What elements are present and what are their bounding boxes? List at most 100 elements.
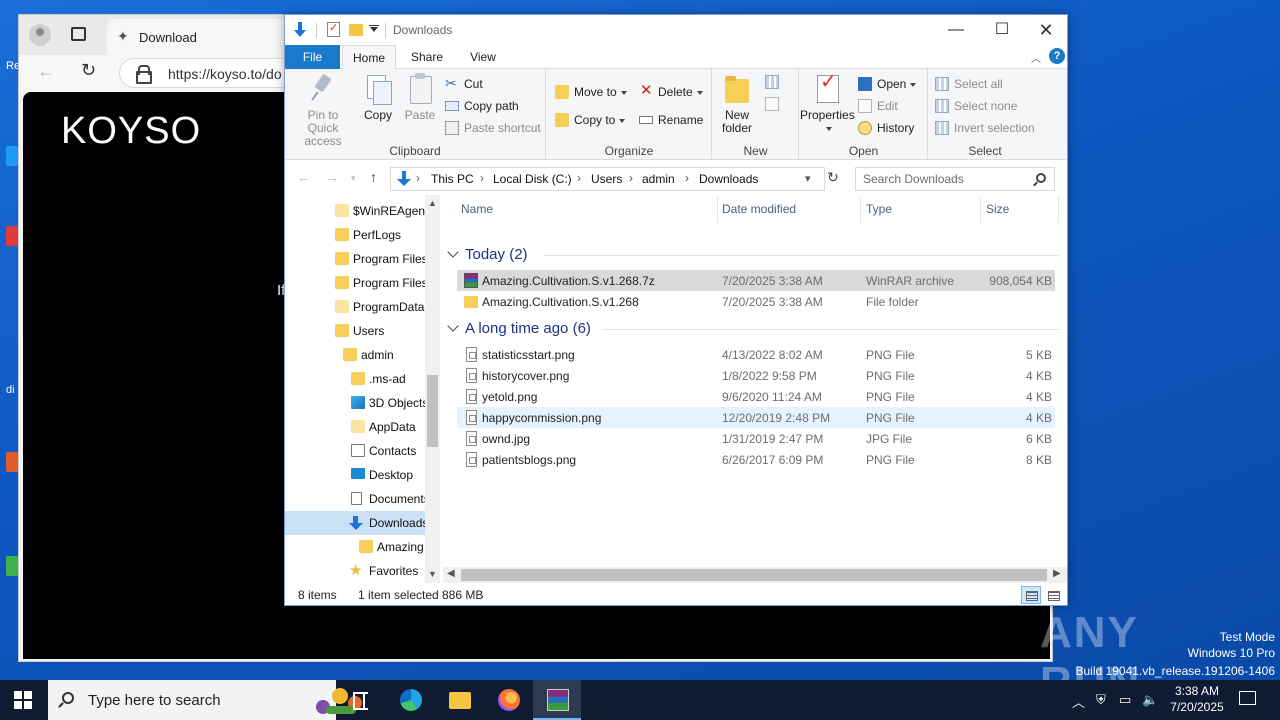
up-icon[interactable]: ↑	[370, 169, 377, 185]
edge-taskbar-button[interactable]	[386, 680, 434, 720]
select-all-button[interactable]: Select all	[935, 75, 1003, 93]
tab-view[interactable]: View	[457, 45, 509, 69]
file-row[interactable]: happycommission.png 12/20/2019 2:48 PM P…	[457, 407, 1055, 428]
breadcrumb-this-pc[interactable]: This PC	[431, 172, 474, 186]
history-button[interactable]: History	[858, 119, 914, 137]
file-row[interactable]: statisticsstart.png 4/13/2022 8:02 AM PN…	[457, 344, 1055, 365]
nav-item-winreagent[interactable]: $WinREAgent	[285, 199, 425, 223]
nav-scrollbar[interactable]: ▲ ▼	[425, 195, 440, 583]
horizontal-scrollbar[interactable]: ◀ ▶	[443, 567, 1067, 583]
chevron-right-icon[interactable]: ›	[577, 171, 581, 185]
tab-file[interactable]: File	[285, 45, 340, 69]
file-explorer-taskbar-button[interactable]	[435, 680, 483, 720]
desktop-icon[interactable]	[6, 146, 18, 166]
nav-item-ms-ad[interactable]: .ms-ad	[285, 367, 425, 391]
customize-toolbar-icon[interactable]	[370, 27, 378, 32]
nav-scroll-thumb[interactable]	[427, 375, 438, 447]
edit-button[interactable]: Edit	[858, 97, 898, 115]
column-size[interactable]: Size	[986, 202, 1009, 216]
nav-item-program-files[interactable]: Program Files	[285, 247, 425, 271]
chevron-right-icon[interactable]: ›	[416, 171, 420, 185]
breadcrumb-downloads[interactable]: Downloads	[699, 172, 758, 186]
desktop-icon[interactable]	[6, 556, 18, 576]
file-row[interactable]: patientsblogs.png 6/26/2017 6:09 PM PNG …	[457, 449, 1055, 470]
profile-icon[interactable]	[29, 24, 51, 46]
chevron-right-icon[interactable]: ›	[629, 171, 633, 185]
nav-item-favorites[interactable]: ★ Favorites	[285, 559, 425, 583]
pin-to-quick-access-button[interactable]: Pin to Quick access	[291, 73, 355, 148]
column-divider[interactable]	[1058, 197, 1059, 223]
copy-to-button[interactable]: Copy to	[555, 111, 626, 129]
easy-access-icon[interactable]	[761, 95, 787, 113]
open-button[interactable]: Open	[858, 75, 917, 93]
minimize-button[interactable]: —	[933, 15, 979, 45]
select-none-button[interactable]: Select none	[935, 97, 1017, 115]
desktop-icon[interactable]	[6, 226, 18, 246]
file-row[interactable]: ownd.jpg 1/31/2019 2:47 PM JPG File 6 KB	[457, 428, 1055, 449]
breadcrumb[interactable]: › This PC › Local Disk (C:) › Users › ad…	[390, 167, 825, 191]
firefox-taskbar-button[interactable]	[484, 680, 532, 720]
file-row[interactable]: historycover.png 1/8/2022 9:58 PM PNG Fi…	[457, 365, 1055, 386]
rename-button[interactable]: Rename	[639, 111, 703, 129]
copy-button[interactable]: Copy	[359, 73, 397, 122]
nav-item-documents[interactable]: Documents	[285, 487, 425, 511]
column-date-modified[interactable]: Date modified	[722, 202, 796, 216]
nav-item-downloads[interactable]: Downloads	[285, 511, 425, 535]
close-button[interactable]: ✕	[1023, 15, 1069, 45]
network-icon[interactable]: ▭	[1119, 692, 1131, 708]
group-header-long-ago[interactable]: A long time ago (6)	[447, 320, 591, 337]
breadcrumb-admin[interactable]: admin	[642, 172, 675, 186]
scroll-right-icon[interactable]: ▶	[1053, 568, 1061, 579]
nav-item-program-files-x86[interactable]: Program Files	[285, 271, 425, 295]
tab-share[interactable]: Share	[401, 45, 453, 69]
details-view-icon[interactable]	[1021, 586, 1041, 604]
security-icon[interactable]: ⛨	[1096, 692, 1106, 708]
column-name[interactable]: Name	[461, 202, 493, 216]
notifications-icon[interactable]	[1239, 691, 1256, 705]
column-divider[interactable]	[980, 197, 981, 223]
chevron-right-icon[interactable]: ›	[685, 171, 689, 185]
scroll-down-icon[interactable]: ▼	[428, 569, 437, 579]
taskbar-search-box[interactable]: Type here to search	[48, 680, 362, 720]
nav-item-programdata[interactable]: ProgramData	[285, 295, 425, 319]
search-input[interactable]: Search Downloads	[855, 167, 1055, 191]
file-row[interactable]: Amazing.Cultivation.S.v1.268 7/20/2025 3…	[457, 291, 1055, 312]
delete-button[interactable]: Delete	[639, 82, 703, 101]
column-divider[interactable]	[860, 197, 861, 223]
nav-item-contacts[interactable]: Contacts	[285, 439, 425, 463]
forward-icon[interactable]: →	[325, 169, 339, 185]
file-row[interactable]: Amazing.Cultivation.S.v1.268.7z 7/20/202…	[457, 270, 1055, 291]
paste-button[interactable]: Paste	[401, 73, 439, 122]
lock-icon[interactable]	[136, 65, 152, 84]
column-divider[interactable]	[717, 197, 718, 223]
title-bar[interactable]: Downloads — ☐ ✕	[285, 15, 1067, 46]
volume-icon[interactable]: 🔈	[1142, 692, 1158, 708]
nav-item-3d-objects[interactable]: 3D Objects	[285, 391, 425, 415]
quick-new-folder-icon[interactable]	[349, 24, 363, 36]
group-header-today[interactable]: Today (2)	[447, 246, 528, 263]
file-row[interactable]: yetold.png 9/6/2020 11:24 AM PNG File 4 …	[457, 386, 1055, 407]
paste-shortcut-button[interactable]: Paste shortcut	[445, 119, 541, 137]
properties-button[interactable]: Properties	[800, 73, 855, 135]
large-icons-view-icon[interactable]	[1043, 586, 1063, 604]
back-arrow-icon[interactable]: ←	[37, 61, 55, 82]
new-folder-button[interactable]: New folder	[715, 73, 759, 135]
nav-item-desktop[interactable]: Desktop	[285, 463, 425, 487]
address-dropdown-icon[interactable]: ▾	[805, 172, 811, 185]
task-view-button[interactable]	[336, 680, 384, 720]
nav-item-users[interactable]: Users	[285, 319, 425, 343]
back-icon[interactable]: ←	[297, 169, 311, 185]
tab-home[interactable]: Home	[342, 45, 396, 70]
column-type[interactable]: Type	[866, 202, 892, 216]
breadcrumb-local-disk[interactable]: Local Disk (C:)	[493, 172, 572, 186]
collapse-ribbon-icon[interactable]: ︿	[1031, 50, 1041, 65]
maximize-button[interactable]: ☐	[979, 15, 1025, 45]
cut-button[interactable]: Cut	[445, 74, 483, 93]
site-logo[interactable]: KOYSO	[61, 110, 201, 153]
scroll-left-icon[interactable]: ◀	[447, 568, 455, 579]
desktop-icon[interactable]	[6, 452, 18, 472]
copy-path-button[interactable]: Copy path	[445, 97, 519, 115]
recent-locations-icon[interactable]: ▾	[351, 173, 356, 184]
quick-properties-icon[interactable]	[327, 21, 340, 37]
refresh-icon[interactable]: ↻	[827, 169, 839, 186]
